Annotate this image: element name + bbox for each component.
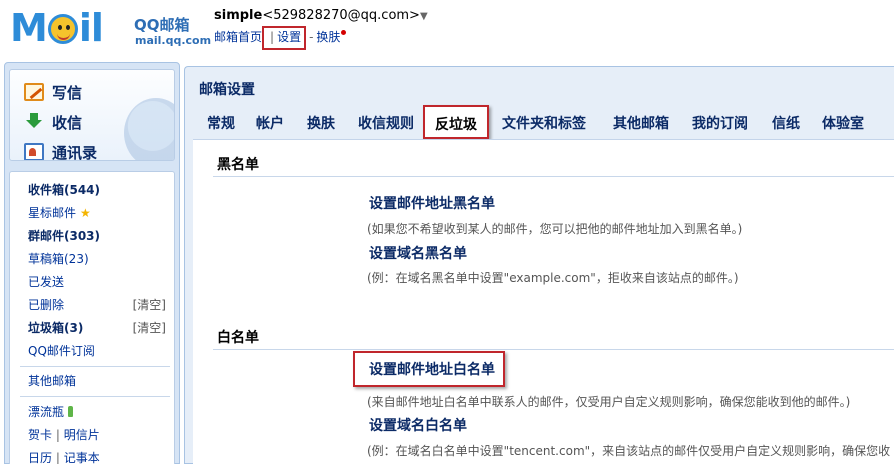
section-divider (213, 176, 894, 177)
folder-calendar-row: 日历 | 记事本 (28, 451, 100, 464)
whitelist-heading: 白名单 (217, 330, 259, 346)
user-email: <529828270@qq.com> (262, 8, 420, 23)
tab-general[interactable]: 常规 (207, 113, 235, 133)
address-blacklist-desc: (如果您不希望收到某人的邮件，您可以把他的邮件地址加入到黑名单。) (367, 222, 743, 236)
compose-panel: 写信 收信 通讯录 (9, 69, 175, 161)
new-badge-dot (341, 30, 347, 35)
tab-lab[interactable]: 体验室 (822, 113, 864, 133)
address-whitelist-desc: (来自邮件地址白名单中联系人的邮件，仅受用户自定义规则影响，确保您能收到他的邮件… (367, 395, 851, 409)
folder-other-mailbox[interactable]: 其他邮箱 (28, 371, 170, 391)
folder-starred[interactable]: 星标邮件 ★ (28, 203, 170, 223)
clear-deleted-button[interactable]: [清空] (133, 295, 166, 315)
tab-skin[interactable]: 换肤 (307, 113, 335, 133)
folder-divider (20, 396, 170, 397)
receive-mail-button[interactable]: 收信 (24, 110, 82, 134)
tab-account[interactable]: 帐户 (256, 113, 284, 133)
logo-brand-name: QQ邮箱 (134, 16, 190, 34)
address-book-icon (24, 143, 44, 160)
blacklist-heading: 黑名单 (217, 157, 259, 173)
mail-logo-mark: Mil (10, 6, 104, 50)
tab-anti-spam[interactable]: 反垃圾 (423, 105, 489, 139)
pencil-icon (24, 83, 44, 101)
settings-link[interactable]: 设置 (277, 30, 301, 44)
folder-deleted[interactable]: 已删除 [清空] (28, 295, 170, 315)
star-icon: ★ (80, 206, 91, 220)
chevron-down-icon[interactable]: ▼ (420, 11, 428, 22)
mailbox-home-link[interactable]: 邮箱首页 (214, 30, 262, 44)
notepad-link[interactable]: 记事本 (64, 451, 100, 464)
tab-other-mailbox[interactable]: 其他邮箱 (613, 113, 669, 133)
anti-spam-content: 黑名单 设置邮件地址黑名单 (如果您不希望收到某人的邮件，您可以把他的邮件地址加… (193, 139, 894, 464)
tab-receive-rules[interactable]: 收信规则 (358, 113, 414, 133)
folder-card-row: 贺卡 | 明信片 (28, 428, 100, 442)
domain-blacklist-desc: (例：在域名黑名单中设置"example.com"，拒收来自该站点的邮件。) (367, 271, 739, 285)
bottle-icon (68, 406, 74, 417)
settings-highlight: | 设置 (262, 26, 307, 50)
user-name: simple (214, 8, 263, 23)
folder-group[interactable]: 群邮件(303) (28, 226, 170, 246)
postcard-link[interactable]: 明信片 (64, 428, 100, 442)
folder-divider (20, 366, 170, 367)
section-divider (213, 349, 894, 350)
folder-subscribe[interactable]: QQ邮件订阅 (28, 341, 170, 361)
greeting-card-link[interactable]: 贺卡 (28, 428, 52, 442)
contacts-button[interactable]: 通讯录 (24, 140, 97, 160)
tab-folders-labels[interactable]: 文件夹和标签 (502, 113, 586, 133)
folder-drafts[interactable]: 草稿箱(23) (28, 249, 170, 269)
penguin-face-icon (47, 14, 78, 44)
user-account[interactable]: simple<529828270@qq.com>▼ (214, 8, 428, 23)
domain-whitelist-desc: (例：在域名白名单中设置"tencent.com"，来自该站点的邮件仅受用户自定… (367, 444, 891, 458)
top-header: Mil QQ邮箱 mail.qq.com simple<529828270@qq… (0, 0, 894, 62)
tab-subscriptions[interactable]: 我的订阅 (692, 113, 748, 133)
folder-sent[interactable]: 已发送 (28, 272, 170, 292)
download-arrow-icon (24, 113, 44, 131)
top-links: 邮箱首页 | 设置 - 换肤 (214, 26, 347, 50)
set-domain-whitelist-link[interactable]: 设置域名白名单 (369, 415, 467, 435)
calendar-link[interactable]: 日历 (28, 451, 52, 464)
folder-list: 收件箱(544) 星标邮件 ★ 群邮件(303) 草稿箱(23) 已发送 已删除[… (9, 171, 175, 464)
set-address-whitelist-link[interactable]: 设置邮件地址白名单 (353, 351, 505, 387)
write-mail-button[interactable]: 写信 (24, 80, 82, 104)
sidebar: 写信 收信 通讯录 收件箱(544) 星标邮件 ★ 群邮件(303) 草稿箱(23… (4, 62, 180, 464)
skin-link[interactable]: 换肤 (316, 30, 340, 44)
folder-inbox[interactable]: 收件箱(544) (28, 180, 170, 200)
folder-spam[interactable]: 垃圾箱(3) [清空] (28, 318, 170, 338)
penguin-watermark-icon (124, 98, 174, 160)
qq-mail-logo[interactable]: Mil QQ邮箱 mail.qq.com (10, 6, 211, 50)
clear-spam-button[interactable]: [清空] (133, 318, 166, 338)
set-domain-blacklist-link[interactable]: 设置域名黑名单 (369, 243, 467, 263)
settings-panel: 邮箱设置 常规 帐户 换肤 收信规则 反垃圾 文件夹和标签 其他邮箱 我的订阅 … (184, 66, 894, 464)
logo-domain: mail.qq.com (135, 34, 212, 47)
folder-drift-bottle[interactable]: 漂流瓶 (28, 402, 170, 422)
page-title: 邮箱设置 (199, 82, 255, 98)
set-address-blacklist-link[interactable]: 设置邮件地址黑名单 (369, 193, 495, 213)
tab-stationery[interactable]: 信纸 (772, 113, 800, 133)
